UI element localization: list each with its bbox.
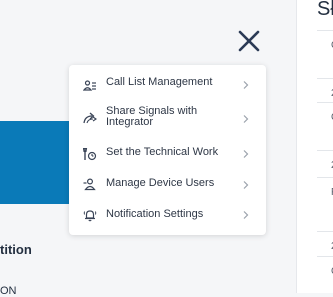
call-list-icon xyxy=(83,79,97,93)
status-label: ON xyxy=(0,285,17,297)
list-item[interactable]: 2 xyxy=(317,79,333,103)
menu-item-label: Manage Device Users xyxy=(106,177,215,189)
list-item[interactable]: F xyxy=(317,178,333,232)
chevron-right-icon xyxy=(242,180,250,190)
share-signals-icon xyxy=(83,111,97,125)
close-button[interactable] xyxy=(236,28,262,54)
right-panel-title: Sł xyxy=(317,0,333,20)
close-icon xyxy=(238,30,260,52)
menu-item-notification-settings[interactable]: Notification Settings xyxy=(69,201,266,227)
right-panel-list: C 2 C 2 F 2 C xyxy=(317,30,333,293)
list-item[interactable]: 2 xyxy=(317,232,333,257)
list-item[interactable]: C xyxy=(317,103,333,151)
menu-item-call-list-management[interactable]: Call List Management xyxy=(69,73,266,99)
menu-item-technical-work[interactable]: Set the Technical Work xyxy=(69,141,266,167)
chevron-right-icon xyxy=(242,80,250,90)
notification-bell-icon xyxy=(83,208,97,222)
partition-label: tition xyxy=(0,242,32,257)
settings-dropdown-menu: Call List Management Share Signals with … xyxy=(69,65,266,235)
technical-work-icon xyxy=(83,147,97,161)
right-side-panel: Sł C 2 C 2 F 2 C xyxy=(296,0,333,293)
menu-item-label: Share Signals with Integrator xyxy=(106,105,198,128)
menu-item-manage-device-users[interactable]: Manage Device Users xyxy=(69,171,266,197)
menu-item-label: Notification Settings xyxy=(106,208,204,220)
list-item[interactable]: C xyxy=(317,257,333,293)
chevron-right-icon xyxy=(242,210,250,220)
list-item[interactable]: 2 xyxy=(317,151,333,178)
menu-item-share-signals[interactable]: Share Signals with Integrator xyxy=(69,103,266,135)
menu-item-label: Set the Technical Work xyxy=(106,146,219,158)
chevron-right-icon xyxy=(242,114,250,124)
chevron-right-icon xyxy=(242,149,250,159)
device-users-icon xyxy=(83,177,97,191)
list-item[interactable]: C xyxy=(317,31,333,79)
menu-item-label: Call List Management xyxy=(106,76,213,88)
